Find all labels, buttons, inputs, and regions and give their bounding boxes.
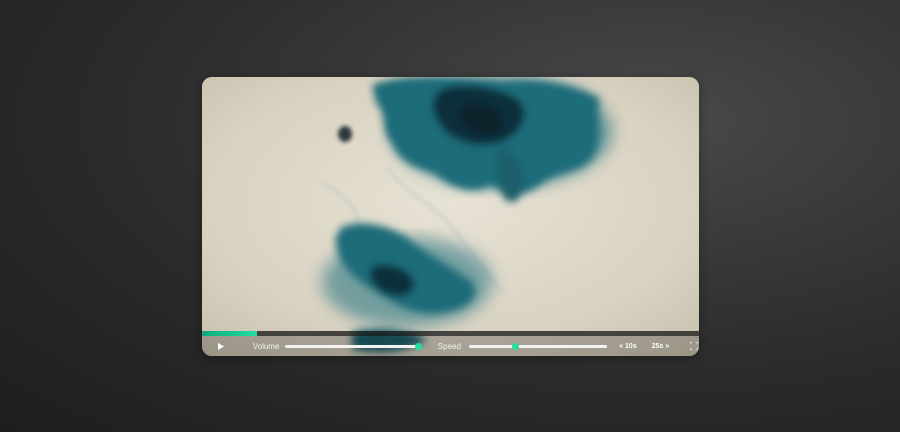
- skip-back-button[interactable]: « 10s: [619, 343, 637, 350]
- fullscreen-button[interactable]: [689, 342, 699, 350]
- volume-label: Volume: [252, 341, 280, 351]
- skip-forward-button[interactable]: 25s »: [652, 343, 670, 350]
- volume-slider[interactable]: [285, 342, 422, 350]
- player-controls: Volume Speed « 10s 25s »: [202, 336, 699, 356]
- video-player[interactable]: Volume Speed « 10s 25s »: [202, 77, 699, 356]
- speed-label: Speed: [437, 341, 461, 351]
- video-frame[interactable]: [202, 77, 699, 356]
- speed-slider[interactable]: [468, 342, 608, 350]
- play-button[interactable]: [216, 342, 226, 350]
- fullscreen-icon: [690, 342, 699, 350]
- speed-slider-thumb[interactable]: [512, 342, 520, 350]
- volume-slider-thumb[interactable]: [414, 342, 422, 350]
- play-icon: [217, 342, 224, 350]
